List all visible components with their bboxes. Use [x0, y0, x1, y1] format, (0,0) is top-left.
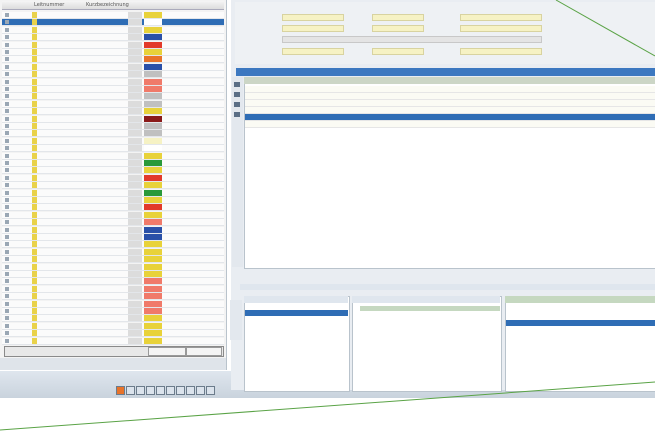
screen-frame-lines: [0, 0, 655, 431]
frame-line-bottom: [0, 381, 655, 431]
frame-line-top: [555, 0, 655, 57]
